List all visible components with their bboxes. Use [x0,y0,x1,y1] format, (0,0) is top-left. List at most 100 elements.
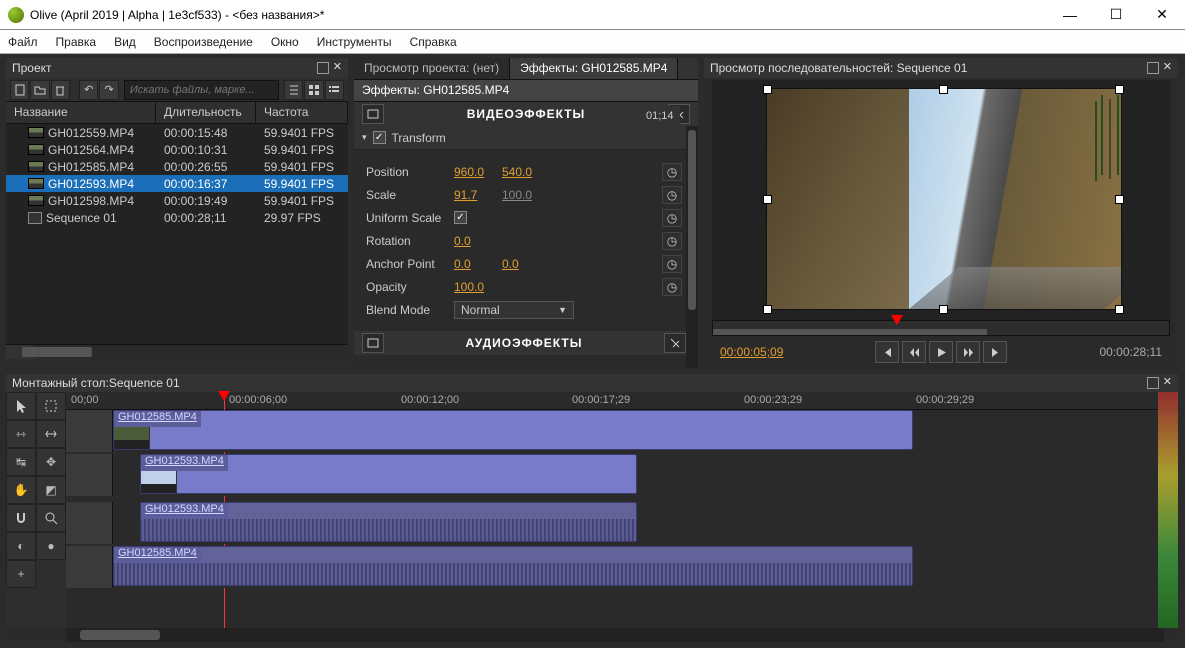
minimize-button[interactable]: — [1047,0,1093,29]
next-frame-button[interactable] [956,341,980,363]
transform-handle[interactable] [1116,196,1123,203]
video-effects-icon[interactable] [362,104,384,124]
prev-frame-button[interactable] [902,341,926,363]
audio-effects-label: АУДИОЭФФЕКТЫ [466,336,583,350]
panel-float-icon[interactable] [317,62,329,74]
menu-window[interactable]: Окно [271,35,299,49]
view-grid-button[interactable] [304,80,323,100]
menu-tools[interactable]: Инструменты [317,35,392,49]
view-tree-button[interactable] [284,80,303,100]
prop-position-y[interactable]: 540.0 [502,165,550,179]
clip-video-2[interactable]: GH012593.MP4 [140,454,637,494]
clip-video-1[interactable]: GH012585.MP4 [113,410,913,450]
transform-checkbox[interactable]: ✓ [373,131,386,144]
project-rows: GH012559.MP400:00:15:4859.9401 FPSGH0125… [6,124,348,226]
effects-side-timecode: 01;14 [640,106,680,126]
slide-tool-icon[interactable]: ✥ [36,448,66,476]
zoom-tool-icon[interactable] [36,504,66,532]
menu-view[interactable]: Вид [114,35,136,49]
close-button[interactable]: ✕ [1139,0,1185,29]
project-row[interactable]: GH012559.MP400:00:15:4859.9401 FPS [6,124,348,141]
panel-close-icon[interactable]: ✕ [1163,62,1172,74]
menu-file[interactable]: Файл [8,35,38,49]
effects-scroll[interactable] [686,126,698,368]
panel-close-icon[interactable]: ✕ [333,62,342,74]
panel-float-icon[interactable] [1147,62,1159,74]
marquee-tool-icon[interactable] [36,392,66,420]
blend-mode-dropdown[interactable]: Normal▼ [454,301,574,319]
project-row[interactable]: GH012585.MP400:00:26:5559.9401 FPS [6,158,348,175]
timeline-tracks[interactable]: GH012585.MP4 GH012593.MP4 GH012593.MP4 G… [66,410,1158,628]
transform-handle[interactable] [940,86,947,93]
project-row[interactable]: GH012593.MP400:00:16:3759.9401 FPS [6,175,348,192]
column-freq[interactable]: Частота [256,102,348,123]
project-row[interactable]: GH012598.MP400:00:19:4959.9401 FPS [6,192,348,209]
ripple2-tool-icon[interactable] [36,420,66,448]
prop-anchor-y[interactable]: 0.0 [502,257,550,271]
keyframe-icon[interactable]: ◷ [662,209,682,227]
audio-effects-icon[interactable] [362,333,384,353]
keyframe-icon[interactable]: ◷ [662,163,682,181]
column-name[interactable]: Название [6,102,156,123]
prop-uniform-label: Uniform Scale [366,211,454,225]
panel-close-icon[interactable]: ✕ [1163,377,1172,389]
ripple-tool-icon[interactable]: ⇿ [6,420,36,448]
keyframe-icon[interactable]: ◷ [662,186,682,204]
viewport[interactable] [712,80,1170,320]
prop-scale-y[interactable]: 100.0 [502,188,550,202]
transform-handle[interactable] [764,86,771,93]
maximize-button[interactable]: ☐ [1093,0,1139,29]
add-tool-icon[interactable]: + [6,560,36,588]
menu-help[interactable]: Справка [410,35,457,49]
viewer-ruler[interactable] [712,320,1170,336]
project-row[interactable]: GH012564.MP400:00:10:3159.9401 FPS [6,141,348,158]
timeline-ruler[interactable]: 00;00 00:00:06;00 00:00:12;00 00:00:17;2… [66,392,1178,410]
transition-tool-icon[interactable]: ◐ [6,532,36,560]
razor-tool-icon[interactable]: ◩ [36,476,66,504]
prop-anchor-x[interactable]: 0.0 [454,257,502,271]
go-start-button[interactable] [875,341,899,363]
pointer-tool-icon[interactable] [6,392,36,420]
clip-audio-1[interactable]: GH012593.MP4 [140,502,637,542]
view-list-button[interactable] [325,80,344,100]
chevron-down-icon[interactable]: ▾ [362,132,367,143]
open-folder-button[interactable] [30,80,49,100]
tab-effects[interactable]: Эффекты: GH012585.MP4 [510,58,678,79]
prop-position-x[interactable]: 960.0 [454,165,502,179]
menu-playback[interactable]: Воспроизведение [154,35,253,49]
column-duration[interactable]: Длительность [156,102,256,123]
search-input[interactable] [124,80,279,100]
go-end-button[interactable] [983,341,1007,363]
tab-project-view[interactable]: Просмотр проекта: (нет) [354,58,510,79]
new-file-button[interactable] [10,80,29,100]
snap-tool-icon[interactable] [6,504,36,532]
viewer-time-current[interactable]: 00:00:05;09 [720,345,783,359]
prop-scale-x[interactable]: 91.7 [454,188,502,202]
panel-float-icon[interactable] [1147,377,1159,389]
audio-effects-add-icon[interactable] [664,333,686,353]
record-tool-icon[interactable]: ● [36,532,66,560]
transform-handle[interactable] [764,306,771,313]
redo-button[interactable]: ↷ [99,80,118,100]
menu-edit[interactable]: Правка [56,35,97,49]
viewer-playhead-icon[interactable] [891,315,903,325]
delete-button[interactable] [51,80,70,100]
hand-tool-icon[interactable]: ✋ [6,476,36,504]
transform-handle[interactable] [764,196,771,203]
keyframe-icon[interactable]: ◷ [662,278,682,296]
transform-handle[interactable] [940,306,947,313]
undo-button[interactable]: ↶ [79,80,98,100]
keyframe-icon[interactable]: ◷ [662,255,682,273]
clip-audio-2[interactable]: GH012585.MP4 [113,546,913,586]
project-scroll-h[interactable] [6,344,348,358]
timeline-scroll-h[interactable] [66,628,1164,642]
uniform-scale-checkbox[interactable]: ✓ [454,211,467,224]
transform-handle[interactable] [1116,86,1123,93]
project-row[interactable]: Sequence 0100:00:28;1129.97 FPS [6,209,348,226]
keyframe-icon[interactable]: ◷ [662,232,682,250]
transform-handle[interactable] [1116,306,1123,313]
prop-opacity-val[interactable]: 100.0 [454,280,502,294]
slip-tool-icon[interactable]: ↹ [6,448,36,476]
play-button[interactable] [929,341,953,363]
prop-rotation-val[interactable]: 0.0 [454,234,502,248]
